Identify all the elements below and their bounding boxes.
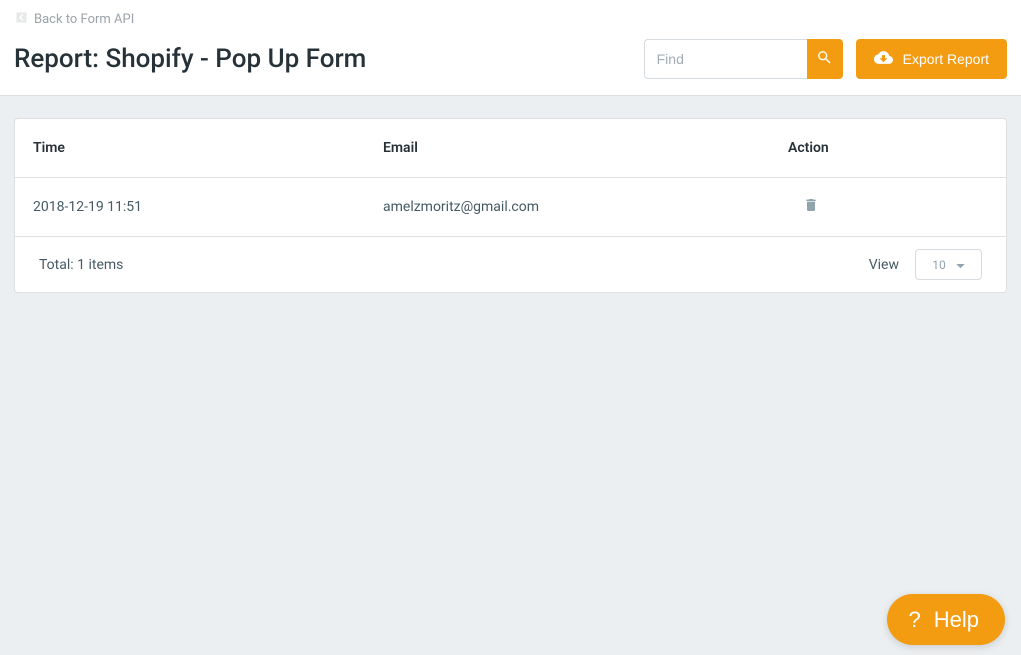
col-header-email: Email <box>383 140 788 156</box>
table-row: 2018-12-19 11:51 amelzmoritz@gmail.com <box>15 178 1006 237</box>
search-group <box>644 39 843 79</box>
page-header: Back to Form API Report: Shopify - Pop U… <box>0 0 1021 96</box>
cell-action <box>788 197 988 217</box>
view-label: View <box>869 257 899 273</box>
header-controls: Export Report <box>644 39 1007 79</box>
back-link-label: Back to Form API <box>34 12 134 27</box>
page-title: Report: Shopify - Pop Up Form <box>14 44 366 74</box>
question-icon: ? <box>909 607 921 633</box>
search-icon <box>816 49 833 69</box>
export-report-button[interactable]: Export Report <box>856 39 1007 79</box>
cloud-download-icon <box>874 48 893 70</box>
col-header-time: Time <box>33 140 383 156</box>
view-group: View 10 <box>869 249 982 280</box>
report-table: Time Email Action 2018-12-19 11:51 amelz… <box>14 118 1007 293</box>
help-label: Help <box>934 607 979 633</box>
page-size-value: 10 <box>932 258 946 272</box>
table-footer: Total: 1 items View 10 <box>15 237 1006 292</box>
col-header-action: Action <box>788 140 988 156</box>
total-count-label: Total: 1 items <box>39 257 123 273</box>
content-area: Time Email Action 2018-12-19 11:51 amelz… <box>0 96 1021 315</box>
chevron-down-icon <box>956 258 965 272</box>
search-input[interactable] <box>644 39 807 79</box>
cell-email: amelzmoritz@gmail.com <box>383 199 788 215</box>
search-button[interactable] <box>807 39 843 79</box>
delete-button[interactable] <box>803 197 819 217</box>
table-header: Time Email Action <box>15 119 1006 178</box>
export-report-label: Export Report <box>903 51 989 67</box>
back-link[interactable]: Back to Form API <box>14 10 134 29</box>
chevron-left-icon <box>14 10 29 29</box>
title-row: Report: Shopify - Pop Up Form Export Rep… <box>14 39 1007 79</box>
help-button[interactable]: ? Help <box>887 594 1006 645</box>
trash-icon <box>803 197 819 217</box>
page-size-select[interactable]: 10 <box>915 249 982 280</box>
cell-time: 2018-12-19 11:51 <box>33 199 383 215</box>
